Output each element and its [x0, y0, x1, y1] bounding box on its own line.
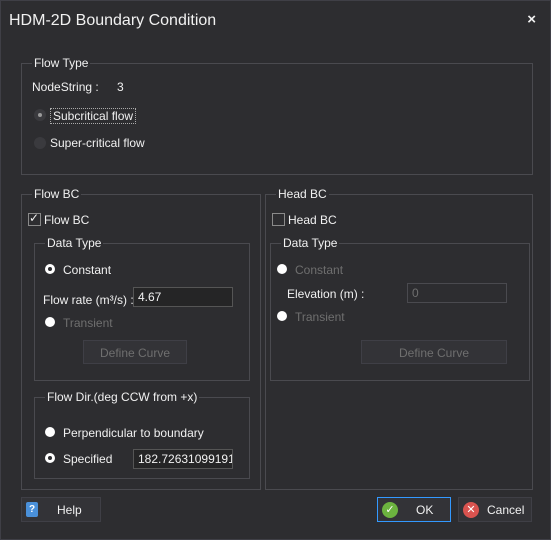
head-transient-radio[interactable] [277, 311, 287, 321]
help-label: Help [57, 503, 82, 517]
flow-data-type-title: Data Type [45, 236, 104, 250]
subcritical-radio[interactable] [34, 109, 46, 121]
supercritical-radio[interactable] [34, 137, 46, 149]
flow-constant-label[interactable]: Constant [63, 263, 111, 277]
cancel-label: Cancel [487, 503, 525, 517]
ok-label: OK [416, 503, 434, 517]
supercritical-label[interactable]: Super-critical flow [50, 136, 145, 150]
head-bc-checkbox-label[interactable]: Head BC [288, 213, 337, 227]
help-button[interactable]: ? Help [21, 497, 101, 522]
flow-dir-group: Flow Dir.(deg CCW from +x) Perpendicular… [34, 390, 250, 479]
title-bar: HDM-2D Boundary Condition × [1, 1, 550, 39]
elevation-label: Elevation (m) : [287, 287, 365, 301]
cancel-icon: ✕ [463, 502, 479, 518]
head-data-type-group: Data Type Constant Elevation (m) : 0 Tra… [270, 236, 530, 381]
nodestring-value: 3 [117, 80, 124, 94]
nodestring-label: NodeString : [32, 80, 99, 94]
perpendicular-radio[interactable] [45, 427, 55, 437]
boundary-condition-dialog: HDM-2D Boundary Condition × Flow Type No… [0, 0, 551, 540]
flow-bc-checkbox[interactable] [28, 211, 41, 226]
flow-bc-checkbox-label[interactable]: Flow BC [44, 213, 89, 227]
head-define-curve-button[interactable]: Define Curve [361, 340, 507, 364]
cancel-button[interactable]: ✕ Cancel [458, 497, 532, 522]
head-constant-label[interactable]: Constant [295, 263, 343, 277]
head-constant-radio[interactable] [277, 264, 287, 274]
subcritical-label[interactable]: Subcritical flow [50, 108, 137, 124]
flow-bc-group: Flow BC Flow BC Data Type Constant Flow … [21, 187, 261, 490]
window-title: HDM-2D Boundary Condition [9, 12, 217, 29]
ok-button[interactable]: ✓ OK [377, 497, 451, 522]
specified-input[interactable]: 182.72631099191 [133, 449, 233, 469]
close-icon[interactable]: × [527, 11, 536, 28]
specified-radio[interactable] [45, 453, 55, 463]
flow-data-type-group: Data Type Constant Flow rate (m³/s) : 4.… [34, 236, 250, 381]
ok-check-icon: ✓ [382, 502, 398, 518]
specified-label[interactable]: Specified [63, 452, 112, 466]
flow-constant-radio[interactable] [45, 264, 55, 274]
head-transient-label[interactable]: Transient [295, 310, 345, 324]
head-data-type-title: Data Type [281, 236, 340, 250]
head-bc-group: Head BC Head BC Data Type Constant Eleva… [265, 187, 533, 490]
flow-rate-input[interactable]: 4.67 [133, 287, 233, 307]
flow-bc-title: Flow BC [32, 187, 82, 201]
elevation-input[interactable]: 0 [407, 283, 507, 303]
flow-type-group: Flow Type NodeString : 3 Subcritical flo… [21, 56, 533, 175]
flow-define-curve-button[interactable]: Define Curve [83, 340, 187, 364]
head-bc-title: Head BC [276, 187, 329, 201]
flow-dir-title: Flow Dir.(deg CCW from +x) [45, 390, 200, 404]
perpendicular-label[interactable]: Perpendicular to boundary [63, 426, 204, 440]
flow-rate-label: Flow rate (m³/s) : [43, 293, 134, 307]
head-bc-checkbox[interactable] [272, 213, 285, 226]
flow-transient-radio[interactable] [45, 317, 55, 327]
help-icon: ? [26, 502, 38, 517]
flow-type-title: Flow Type [32, 56, 91, 70]
flow-transient-label[interactable]: Transient [63, 316, 113, 330]
